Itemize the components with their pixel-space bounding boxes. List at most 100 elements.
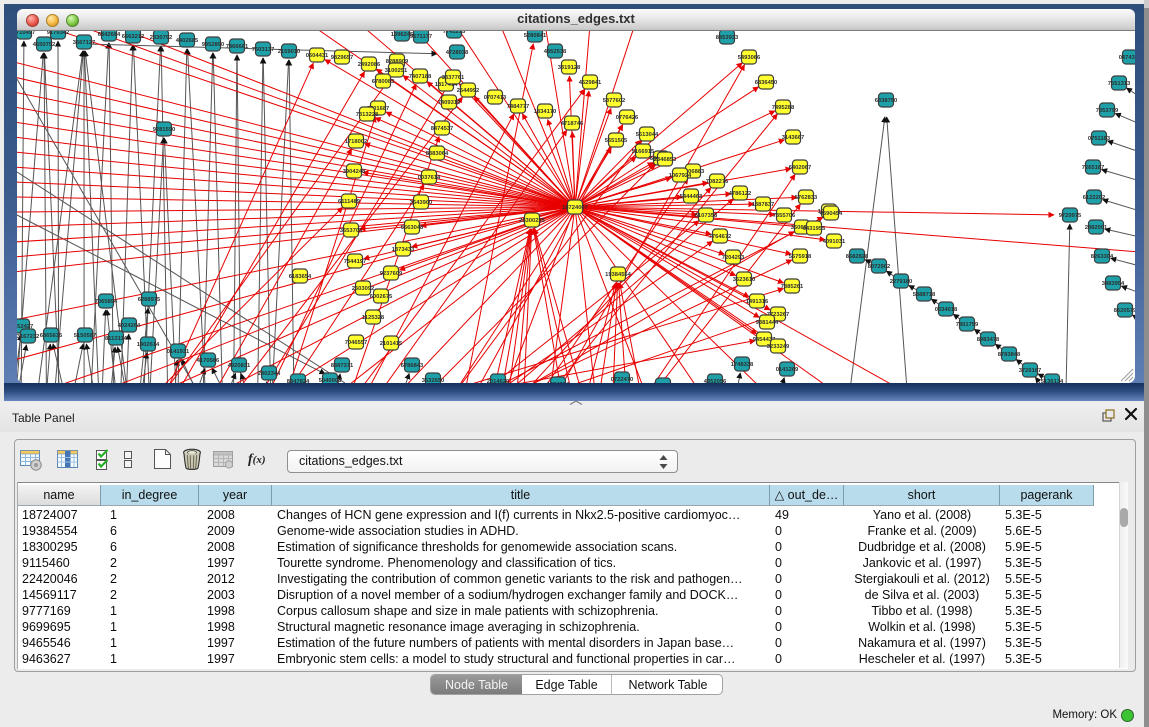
svg-text:9729975: 9729975 [1059, 213, 1082, 219]
svg-text:4529841: 4529841 [579, 80, 602, 86]
svg-text:0141931: 0141931 [167, 349, 190, 355]
svg-text:1491316: 1491316 [746, 299, 769, 305]
svg-text:6122202: 6122202 [1083, 195, 1106, 201]
svg-text:8072902: 8072902 [868, 264, 891, 270]
svg-text:3167232: 3167232 [17, 334, 39, 340]
svg-text:8263304: 8263304 [1091, 254, 1114, 260]
svg-text:3667127: 3667127 [73, 40, 96, 46]
svg-text:7082276: 7082276 [706, 179, 729, 185]
svg-text:9952890: 9952890 [202, 42, 225, 48]
svg-text:5136134: 5136134 [1041, 379, 1064, 383]
svg-text:4091031: 4091031 [823, 239, 846, 245]
svg-text:7484777: 7484777 [507, 104, 530, 110]
svg-text:8347824: 8347824 [287, 379, 310, 383]
svg-text:7313228: 7313228 [356, 112, 379, 118]
svg-text:6563048: 6563048 [401, 225, 424, 231]
svg-text:3100251: 3100251 [385, 68, 408, 74]
svg-text:7407188: 7407188 [409, 74, 432, 80]
svg-text:7866661: 7866661 [226, 44, 249, 50]
svg-text:18724007: 18724007 [562, 205, 588, 211]
svg-text:0604431: 0604431 [306, 53, 329, 59]
svg-text:7741215: 7741215 [443, 31, 466, 35]
svg-text:6842684: 6842684 [98, 32, 121, 38]
svg-text:8387371: 8387371 [331, 363, 354, 369]
svg-text:5150587: 5150587 [74, 333, 97, 339]
svg-text:5444463: 5444463 [680, 194, 703, 200]
svg-text:0141269: 0141269 [776, 367, 799, 373]
svg-text:7551313: 7551313 [1108, 81, 1131, 87]
svg-text:8383064: 8383064 [426, 151, 449, 157]
svg-text:6338750: 6338750 [875, 98, 898, 104]
svg-text:19384554: 19384554 [605, 272, 632, 278]
svg-text:6002675: 6002675 [370, 294, 393, 300]
svg-text:8853933: 8853933 [716, 35, 739, 41]
svg-text:7801759: 7801759 [956, 322, 979, 328]
svg-text:6836450: 6836450 [755, 80, 778, 86]
svg-text:6780083: 6780083 [372, 79, 395, 85]
svg-text:2159010: 2159010 [278, 49, 301, 55]
svg-text:6402067: 6402067 [789, 165, 812, 171]
svg-text:4590454: 4590454 [820, 211, 843, 217]
svg-text:8620579: 8620579 [1114, 308, 1135, 314]
svg-text:8682828: 8682828 [846, 254, 869, 260]
svg-text:9829657: 9829657 [331, 55, 354, 61]
svg-text:9170342: 9170342 [47, 31, 70, 36]
svg-text:1387837: 1387837 [752, 202, 775, 208]
svg-text:0751163: 0751163 [1088, 136, 1111, 142]
svg-text:5888718: 5888718 [913, 292, 936, 298]
svg-text:0334018: 0334018 [935, 307, 958, 313]
svg-text:1125328: 1125328 [362, 315, 385, 321]
svg-text:2603092: 2603092 [352, 286, 375, 292]
svg-text:2402344: 2402344 [258, 371, 281, 377]
svg-text:6107358: 6107358 [695, 213, 718, 219]
svg-text:4352056: 4352056 [704, 379, 727, 383]
svg-text:6865635: 6865635 [40, 333, 63, 339]
svg-text:7046557: 7046557 [345, 340, 368, 346]
svg-text:9381444: 9381444 [756, 320, 779, 326]
svg-text:3143667: 3143667 [782, 135, 805, 141]
svg-text:5493066: 5493066 [738, 55, 761, 61]
svg-text:4852538: 4852538 [544, 49, 567, 55]
svg-text:1718002: 1718002 [345, 139, 368, 145]
svg-text:5575918: 5575918 [789, 254, 812, 260]
svg-text:4402685: 4402685 [176, 38, 199, 44]
svg-text:0722470: 0722470 [611, 377, 634, 383]
svg-text:7265167: 7265167 [1082, 165, 1105, 171]
svg-text:3337761: 3337761 [442, 75, 465, 81]
svg-text:6786843: 6786843 [401, 363, 424, 369]
svg-text:5762833: 5762833 [795, 195, 818, 201]
svg-text:5377602: 5377602 [603, 98, 626, 104]
svg-text:3904248: 3904248 [343, 169, 366, 175]
svg-text:0037614: 0037614 [418, 175, 441, 181]
svg-text:7204293: 7204293 [722, 255, 745, 261]
svg-text:4728038: 4728038 [446, 50, 469, 56]
svg-text:5613044: 5613044 [636, 132, 659, 138]
svg-text:3319128: 3319128 [558, 65, 581, 71]
svg-text:8113114: 8113114 [105, 336, 128, 342]
svg-text:4170586: 4170586 [197, 358, 220, 364]
svg-text:7065894: 7065894 [95, 299, 118, 305]
svg-text:0474395: 0474395 [1119, 55, 1135, 61]
svg-text:8983478: 8983478 [977, 337, 1000, 343]
svg-text:2014620: 2014620 [487, 379, 510, 383]
svg-text:0431955: 0431955 [803, 226, 826, 232]
svg-text:3233249: 3233249 [767, 344, 790, 350]
svg-text:1684934: 1684934 [547, 382, 570, 383]
svg-text:2279180: 2279180 [890, 279, 913, 285]
svg-text:4710497: 4710497 [17, 31, 35, 36]
svg-text:4718746: 4718746 [561, 121, 584, 127]
svg-text:1067924: 1067924 [669, 173, 692, 179]
svg-text:8474537: 8474537 [431, 126, 454, 132]
svg-text:7885261: 7885261 [781, 284, 804, 290]
svg-text:3726167: 3726167 [1019, 368, 1042, 374]
svg-text:4024264: 4024264 [118, 323, 141, 329]
svg-text:8783848: 8783848 [998, 352, 1021, 358]
svg-text:1402614: 1402614 [137, 342, 160, 348]
svg-text:2346853: 2346853 [654, 157, 677, 163]
svg-text:1748338: 1748338 [731, 362, 754, 368]
svg-text:3623610: 3623610 [733, 277, 756, 283]
svg-text:3483954: 3483954 [1102, 281, 1125, 287]
svg-text:3643900: 3643900 [410, 200, 433, 206]
svg-text:7764672: 7764672 [709, 234, 732, 240]
svg-text:5166915: 5166915 [632, 149, 655, 155]
